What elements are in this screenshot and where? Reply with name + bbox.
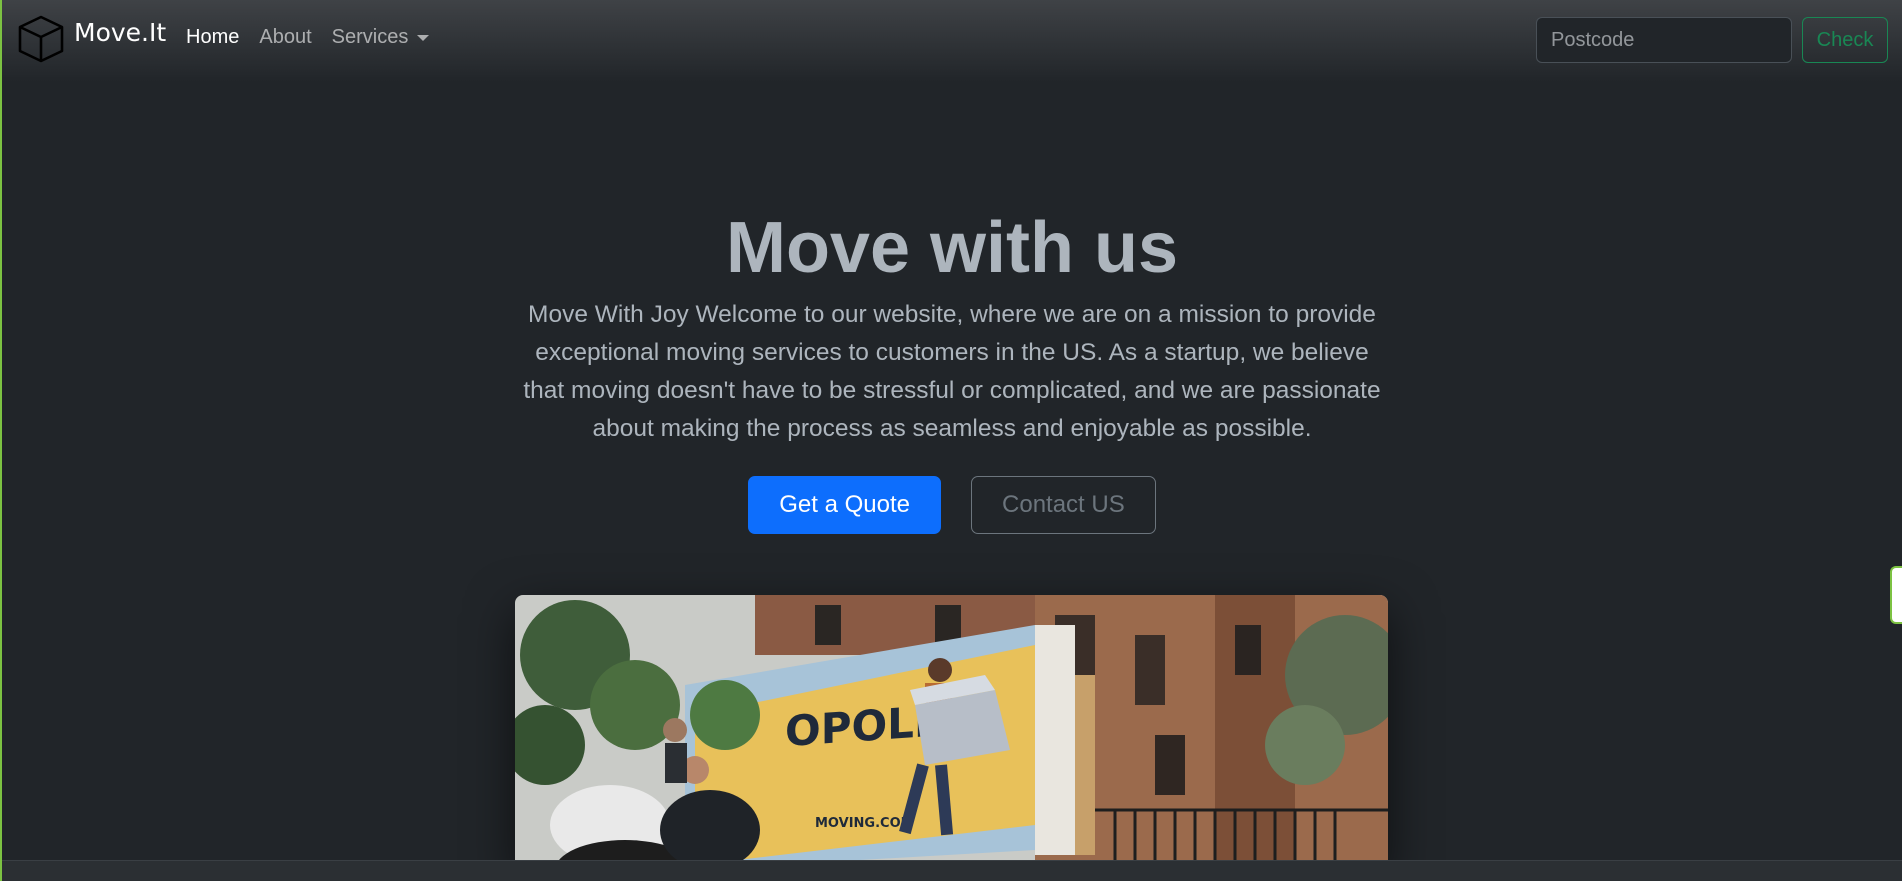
nav-dropdown-services[interactable]: Services xyxy=(332,26,430,49)
side-feedback-widget[interactable] xyxy=(1890,566,1902,624)
contact-us-button[interactable]: Contact US xyxy=(971,476,1156,534)
bottom-scroll-bar xyxy=(2,860,1902,881)
hero-moving-photo: OPOLIS MOVING.COM xyxy=(515,595,1388,870)
page: Move.It Home About Services Check Move w… xyxy=(0,0,1902,881)
postcode-input[interactable] xyxy=(1536,17,1792,63)
nav-link-about[interactable]: About xyxy=(259,26,311,49)
hero-buttons: Get a Quote Contact US xyxy=(2,476,1902,534)
hero-lead-text: Move With Joy Welcome to our website, wh… xyxy=(523,301,1381,442)
caret-down-icon xyxy=(417,34,430,41)
nav-links: Home About Services xyxy=(186,26,430,49)
postcode-search-form: Check xyxy=(1536,17,1888,63)
top-navbar: Move.It Home About Services Check xyxy=(2,0,1902,82)
brand-name: Move.It xyxy=(74,17,167,47)
brand-link[interactable]: Move.It xyxy=(16,14,166,64)
box-logo-icon xyxy=(16,14,66,64)
check-button[interactable]: Check xyxy=(1802,17,1888,63)
nav-link-services-label: Services xyxy=(331,26,409,48)
get-quote-button[interactable]: Get a Quote xyxy=(748,476,942,534)
nav-link-home[interactable]: Home xyxy=(186,26,239,49)
hero-title: Move with us xyxy=(725,208,1179,288)
truck-url-text: MOVING.COM xyxy=(815,816,914,831)
